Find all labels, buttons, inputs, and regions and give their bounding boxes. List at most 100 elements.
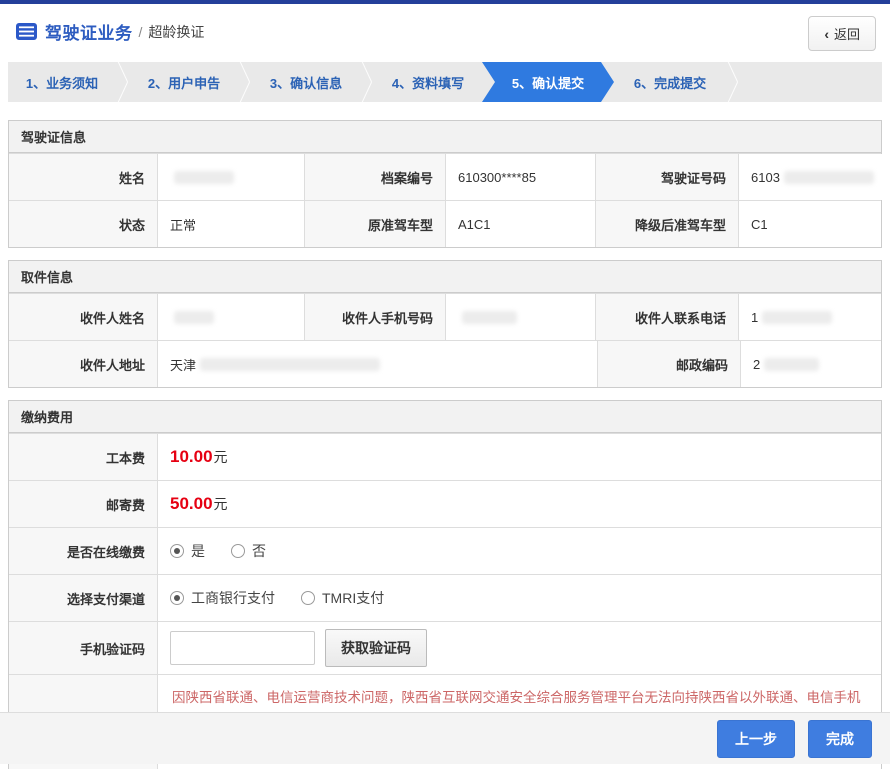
table-row: 手机验证码 获取验证码 <box>9 621 881 674</box>
address-value: 天津 <box>157 341 597 387</box>
step-1-business-notice[interactable]: 1、业务须知 <box>8 62 116 102</box>
mail-fee-amount: 50.00 <box>170 494 213 514</box>
step-label: 4、资料填写 <box>392 73 464 92</box>
table-row: 收件人地址 天津 邮政编码 2 <box>9 340 881 387</box>
work-fee-value: 10.00 元 <box>157 434 881 480</box>
name-label: 姓名 <box>9 154 157 200</box>
back-chevron-icon: ‹ <box>824 26 829 42</box>
step-separator-icon <box>726 62 740 102</box>
fee-unit: 元 <box>214 494 228 514</box>
page-title: 驾驶证业务 <box>45 19 133 44</box>
fee-unit: 元 <box>214 447 228 467</box>
step-2-user-declaration[interactable]: 2、用户申告 <box>130 62 238 102</box>
file-no-label: 档案编号 <box>304 154 445 200</box>
footer-action-bar: 上一步 完成 <box>0 712 890 764</box>
step-separator-icon <box>238 62 252 102</box>
down-class-value: C1 <box>738 201 881 247</box>
radio-online-yes-label[interactable]: 是 <box>191 541 205 561</box>
pickup-info-section: 取件信息 收件人姓名 收件人手机号码 收件人联系电话 1 收件人地址 天津 邮政… <box>8 260 882 388</box>
pay-channel-label: 选择支付渠道 <box>9 575 157 621</box>
step-label: 6、完成提交 <box>634 73 706 92</box>
list-icon <box>16 23 37 40</box>
redacted-value <box>174 311 214 324</box>
online-pay-options: 是 否 <box>157 528 881 574</box>
mail-fee-value: 50.00 元 <box>157 481 881 527</box>
recipient-phone-value: 1 <box>738 294 881 340</box>
page: 驾驶证业务 / 超龄换证 ‹ 返回 1、业务须知 2、用户申告 3、确认信息 4… <box>0 0 890 769</box>
section-title: 缴纳费用 <box>9 401 881 433</box>
license-no-value: 6103 <box>738 154 886 200</box>
recipient-name-label: 收件人姓名 <box>9 294 157 340</box>
address-label: 收件人地址 <box>9 341 157 387</box>
page-header: 驾驶证业务 / 超龄换证 ‹ 返回 <box>0 4 890 56</box>
step-separator-icon <box>360 62 374 102</box>
address-text: 天津 <box>170 355 196 374</box>
step-4-fill-materials[interactable]: 4、资料填写 <box>374 62 482 102</box>
table-row: 收件人姓名 收件人手机号码 收件人联系电话 1 <box>9 293 881 340</box>
recipient-phone-label: 收件人联系电话 <box>595 294 738 340</box>
redacted-value <box>174 171 234 184</box>
radio-channel-tmri[interactable] <box>301 591 315 605</box>
step-6-complete-submit[interactable]: 6、完成提交 <box>614 62 726 102</box>
file-no-value: 610300****85 <box>445 154 595 200</box>
radio-channel-icbc[interactable] <box>170 591 184 605</box>
captcha-input[interactable] <box>170 631 315 665</box>
radio-online-no-label[interactable]: 否 <box>252 541 266 561</box>
pay-channel-options: 工商银行支付 TMRI支付 <box>157 575 881 621</box>
down-class-label: 降级后准驾车型 <box>595 201 738 247</box>
captcha-label: 手机验证码 <box>9 622 157 674</box>
previous-step-button[interactable]: 上一步 <box>717 720 795 758</box>
postcode-label: 邮政编码 <box>597 341 740 387</box>
table-row: 是否在线缴费 是 否 <box>9 527 881 574</box>
table-row: 姓名 档案编号 610300****85 驾驶证号码 6103 <box>9 153 881 200</box>
radio-online-no[interactable] <box>231 544 245 558</box>
status-value: 正常 <box>157 201 304 247</box>
table-row: 工本费 10.00 元 <box>9 433 881 480</box>
recipient-mobile-value <box>445 294 595 340</box>
name-value <box>157 154 304 200</box>
step-3-confirm-info[interactable]: 3、确认信息 <box>252 62 360 102</box>
redacted-value <box>462 311 517 324</box>
table-row: 状态 正常 原准驾车型 A1C1 降级后准驾车型 C1 <box>9 200 881 247</box>
postcode-text: 2 <box>753 357 760 372</box>
table-row: 选择支付渠道 工商银行支付 TMRI支付 <box>9 574 881 621</box>
finish-button[interactable]: 完成 <box>808 720 872 758</box>
radio-online-yes[interactable] <box>170 544 184 558</box>
redacted-value <box>764 358 819 371</box>
radio-channel-icbc-label[interactable]: 工商银行支付 <box>191 588 275 608</box>
section-title: 取件信息 <box>9 261 881 293</box>
step-label: 3、确认信息 <box>270 73 342 92</box>
breadcrumb-separator: / <box>139 24 143 40</box>
step-separator-icon <box>116 62 130 102</box>
back-button[interactable]: ‹ 返回 <box>808 16 876 51</box>
step-wizard: 1、业务须知 2、用户申告 3、确认信息 4、资料填写 5、确认提交 6、完成提… <box>8 62 882 102</box>
license-no-text: 6103 <box>751 170 780 185</box>
status-label: 状态 <box>9 201 157 247</box>
back-button-label: 返回 <box>834 24 860 43</box>
step-label: 1、业务须知 <box>26 73 98 92</box>
license-info-section: 驾驶证信息 姓名 档案编号 610300****85 驾驶证号码 6103 状态… <box>8 120 882 248</box>
redacted-value <box>200 358 380 371</box>
table-row: 邮寄费 50.00 元 <box>9 480 881 527</box>
breadcrumb-current: 超龄换证 <box>148 22 204 42</box>
step-label: 5、确认提交 <box>512 73 584 92</box>
orig-class-label: 原准驾车型 <box>304 201 445 247</box>
recipient-name-value <box>157 294 304 340</box>
captcha-field-group: 获取验证码 <box>157 622 881 674</box>
recipient-phone-text: 1 <box>751 310 758 325</box>
redacted-value <box>762 311 832 324</box>
license-no-label: 驾驶证号码 <box>595 154 738 200</box>
orig-class-value: A1C1 <box>445 201 595 247</box>
recipient-mobile-label: 收件人手机号码 <box>304 294 445 340</box>
work-fee-amount: 10.00 <box>170 447 213 467</box>
radio-channel-tmri-label[interactable]: TMRI支付 <box>322 588 384 608</box>
mail-fee-label: 邮寄费 <box>9 481 157 527</box>
redacted-value <box>784 171 874 184</box>
work-fee-label: 工本费 <box>9 434 157 480</box>
online-pay-label: 是否在线缴费 <box>9 528 157 574</box>
section-title: 驾驶证信息 <box>9 121 881 153</box>
step-label: 2、用户申告 <box>148 73 220 92</box>
get-captcha-button[interactable]: 获取验证码 <box>325 629 427 667</box>
postcode-value: 2 <box>740 341 881 387</box>
step-5-confirm-submit-active[interactable]: 5、确认提交 <box>482 62 614 102</box>
